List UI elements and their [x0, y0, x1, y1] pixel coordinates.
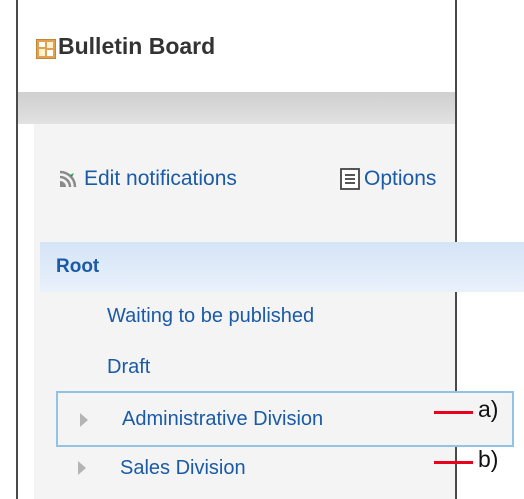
- header-band: [18, 92, 455, 124]
- title-bar: Bulletin Board: [18, 0, 455, 90]
- options-label: Options: [364, 167, 437, 190]
- rss-feed-icon: [59, 170, 77, 188]
- callout-label-a: a): [478, 396, 499, 422]
- expand-triangle-icon[interactable]: [80, 413, 88, 427]
- bulletin-board-icon: [36, 39, 56, 59]
- tree-item-administrative-division[interactable]: Administrative Division: [56, 391, 514, 447]
- page-title: Bulletin Board: [58, 33, 216, 59]
- callout-line-a: [434, 411, 473, 414]
- tree-item-label: Sales Division: [120, 456, 246, 479]
- tree-item-draft[interactable]: Draft: [40, 350, 524, 384]
- edit-notifications-label: Edit notifications: [84, 167, 237, 190]
- tree-item-sales-division[interactable]: Sales Division: [56, 449, 524, 487]
- list-icon: [340, 168, 360, 190]
- edit-notifications-link[interactable]: Edit notifications: [56, 162, 237, 196]
- tree-item-waiting-to-be-published[interactable]: Waiting to be published: [40, 299, 524, 333]
- options-link[interactable]: Options: [340, 162, 436, 196]
- tree-item-root[interactable]: Root: [40, 242, 524, 292]
- expand-triangle-icon[interactable]: [78, 461, 86, 475]
- callout-label-b: b): [478, 446, 499, 472]
- tree-item-label: Administrative Division: [122, 407, 324, 430]
- callout-line-b: [434, 461, 473, 464]
